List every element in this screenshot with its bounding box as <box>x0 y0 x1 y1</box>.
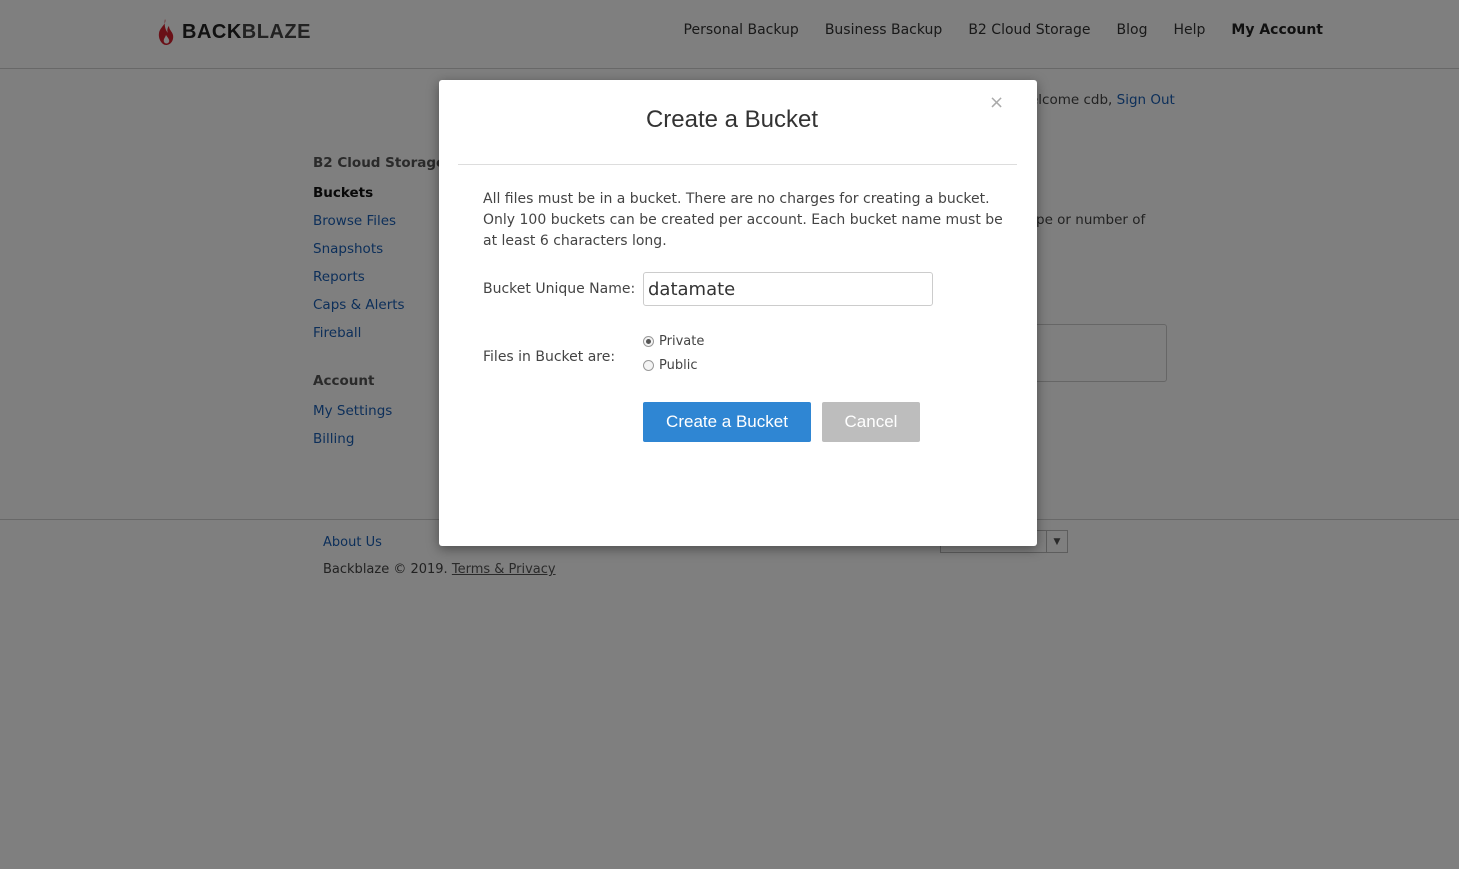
radio-private-label: Private <box>659 334 705 349</box>
bucket-name-input[interactable] <box>643 272 933 306</box>
create-bucket-button[interactable]: Create a Bucket <box>643 402 811 442</box>
radio-public-option[interactable]: Public <box>643 358 697 373</box>
radio-private-option[interactable]: Private <box>643 334 704 349</box>
modal-description: All files must be in a bucket. There are… <box>483 191 1003 249</box>
radio-public[interactable] <box>643 360 654 371</box>
modal-divider <box>458 164 1017 165</box>
cancel-button[interactable]: Cancel <box>822 402 920 442</box>
bucket-name-label: Bucket Unique Name: <box>483 281 636 297</box>
radio-private[interactable] <box>643 336 654 347</box>
create-bucket-modal: × Create a Bucket All files must be in a… <box>439 80 1037 546</box>
modal-title: Create a Bucket <box>645 106 819 133</box>
files-visibility-label: Files in Bucket are: <box>483 349 616 365</box>
radio-public-label: Public <box>659 358 698 373</box>
